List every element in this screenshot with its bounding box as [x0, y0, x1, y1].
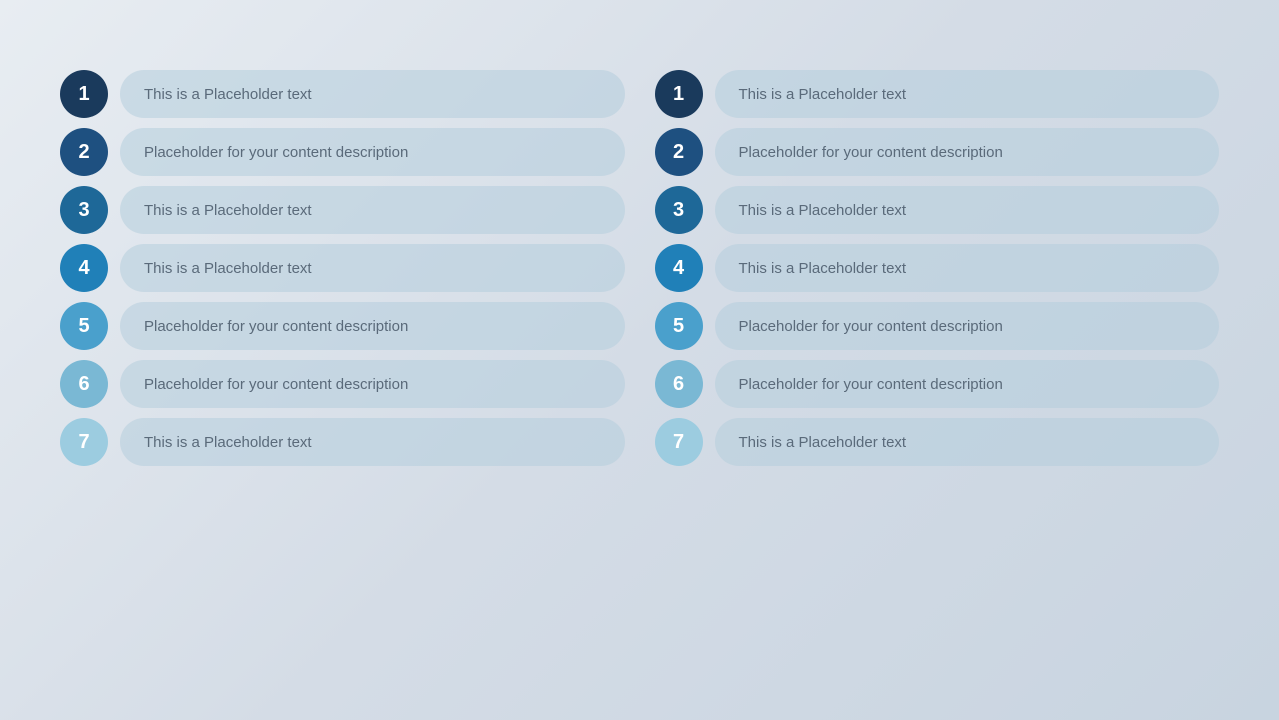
text-bar: Placeholder for your content description — [120, 302, 625, 350]
list-item: 1This is a Placeholder text — [655, 70, 1220, 118]
text-bar: Placeholder for your content description — [715, 128, 1220, 176]
slide: 1This is a Placeholder text2Placeholder … — [0, 0, 1279, 720]
list-item: 5Placeholder for your content descriptio… — [60, 302, 625, 350]
list-item: 4This is a Placeholder text — [60, 244, 625, 292]
text-bar: Placeholder for your content description — [715, 360, 1220, 408]
text-bar: This is a Placeholder text — [715, 186, 1220, 234]
number-circle: 4 — [60, 244, 108, 292]
list-item: 3This is a Placeholder text — [655, 186, 1220, 234]
text-bar: This is a Placeholder text — [715, 70, 1220, 118]
list-item: 1This is a Placeholder text — [60, 70, 625, 118]
list-item: 6Placeholder for your content descriptio… — [60, 360, 625, 408]
columns-wrapper: 1This is a Placeholder text2Placeholder … — [60, 70, 1219, 466]
number-circle: 3 — [60, 186, 108, 234]
number-circle: 5 — [60, 302, 108, 350]
list-item: 3This is a Placeholder text — [60, 186, 625, 234]
number-circle: 1 — [60, 70, 108, 118]
number-circle: 6 — [655, 360, 703, 408]
text-bar: This is a Placeholder text — [120, 70, 625, 118]
list-item: 7This is a Placeholder text — [655, 418, 1220, 466]
list-item: 4This is a Placeholder text — [655, 244, 1220, 292]
text-bar: This is a Placeholder text — [715, 418, 1220, 466]
text-bar: This is a Placeholder text — [120, 186, 625, 234]
number-circle: 2 — [60, 128, 108, 176]
number-circle: 2 — [655, 128, 703, 176]
text-bar: Placeholder for your content description — [120, 128, 625, 176]
number-circle: 6 — [60, 360, 108, 408]
number-circle: 4 — [655, 244, 703, 292]
text-bar: This is a Placeholder text — [715, 244, 1220, 292]
text-bar: Placeholder for your content description — [715, 302, 1220, 350]
number-circle: 3 — [655, 186, 703, 234]
number-circle: 7 — [655, 418, 703, 466]
list-item: 2Placeholder for your content descriptio… — [655, 128, 1220, 176]
list-item: 5Placeholder for your content descriptio… — [655, 302, 1220, 350]
number-circle: 1 — [655, 70, 703, 118]
column-right: 1This is a Placeholder text2Placeholder … — [655, 70, 1220, 466]
column-left: 1This is a Placeholder text2Placeholder … — [60, 70, 625, 466]
list-item: 2Placeholder for your content descriptio… — [60, 128, 625, 176]
list-item: 7This is a Placeholder text — [60, 418, 625, 466]
text-bar: This is a Placeholder text — [120, 418, 625, 466]
text-bar: Placeholder for your content description — [120, 360, 625, 408]
list-item: 6Placeholder for your content descriptio… — [655, 360, 1220, 408]
number-circle: 7 — [60, 418, 108, 466]
number-circle: 5 — [655, 302, 703, 350]
text-bar: This is a Placeholder text — [120, 244, 625, 292]
